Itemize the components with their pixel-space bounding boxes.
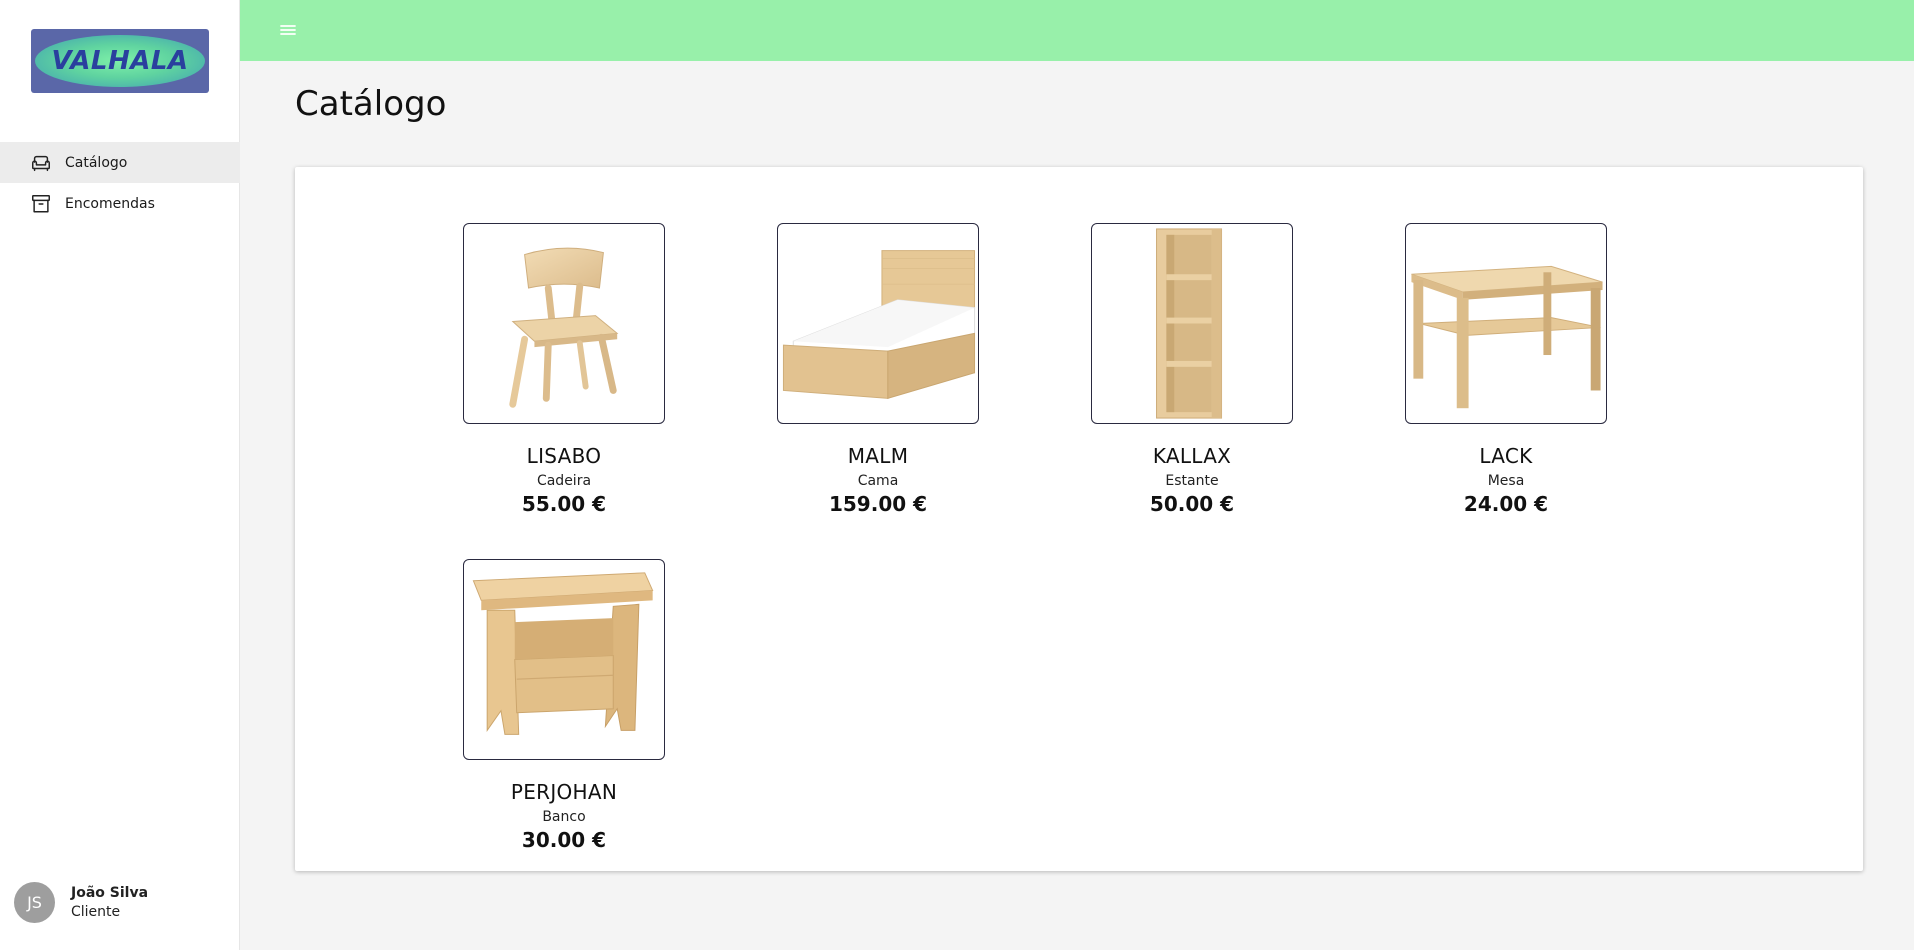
product-name: LISABO — [526, 444, 602, 468]
user-profile[interactable]: JS João Silva Cliente — [14, 882, 148, 923]
sidebar: VALHALA Catálogo Encomendas JS João Silv… — [0, 0, 240, 950]
user-name: João Silva — [71, 884, 149, 901]
product-image[interactable] — [463, 559, 665, 760]
product-price: 50.00 € — [1149, 492, 1235, 516]
product-name: LACK — [1479, 444, 1533, 468]
archive-box-icon — [32, 194, 50, 213]
product-price: 30.00 € — [521, 828, 607, 852]
product-card[interactable]: KALLAX Estante 50.00 € — [1091, 223, 1293, 516]
product-category: Mesa — [1487, 473, 1525, 489]
logo-text: VALHALA — [51, 46, 189, 76]
logo-ellipse: VALHALA — [35, 35, 205, 87]
valhala-logo[interactable]: VALHALA — [31, 29, 209, 93]
product-card[interactable]: LISABO Cadeira 55.00 € — [463, 223, 665, 516]
product-image[interactable] — [463, 223, 665, 424]
chair-image — [509, 247, 619, 408]
product-category: Cama — [857, 473, 899, 489]
product-category: Cadeira — [536, 473, 592, 489]
sidebar-nav: Catálogo Encomendas — [0, 142, 240, 224]
product-image[interactable] — [777, 223, 979, 424]
top-bar — [240, 0, 1914, 61]
product-image[interactable] — [1405, 223, 1607, 424]
shelf-image — [1156, 228, 1223, 419]
product-grid: LISABO Cadeira 55.00 € MALM Cama 159.00 … — [295, 167, 1863, 871]
product-name: MALM — [847, 444, 909, 468]
product-card[interactable]: PERJOHAN Banco 30.00 € — [463, 559, 665, 852]
page-title: Catálogo — [295, 84, 447, 124]
product-category: Estante — [1165, 473, 1219, 489]
table-image — [1411, 265, 1603, 409]
product-category: Banco — [542, 809, 586, 825]
user-role: Cliente — [71, 903, 121, 920]
product-name: PERJOHAN — [510, 780, 618, 804]
avatar: JS — [14, 882, 55, 923]
product-price: 159.00 € — [828, 492, 928, 516]
stool-image — [472, 572, 654, 735]
sidebar-item-encomendas[interactable]: Encomendas — [0, 183, 240, 224]
sidebar-item-label: Encomendas — [65, 195, 155, 212]
product-image[interactable] — [1091, 223, 1293, 424]
catalog-card: LISABO Cadeira 55.00 € MALM Cama 159.00 … — [295, 167, 1863, 871]
product-name: KALLAX — [1152, 444, 1232, 468]
product-card[interactable]: LACK Mesa 24.00 € — [1405, 223, 1607, 516]
hamburger-menu-icon[interactable] — [278, 20, 298, 40]
sidebar-item-label: Catálogo — [65, 154, 128, 171]
product-price: 24.00 € — [1463, 492, 1549, 516]
product-card[interactable]: MALM Cama 159.00 € — [777, 223, 979, 516]
user-info: João Silva Cliente — [71, 884, 148, 922]
sofa-icon — [32, 155, 50, 171]
product-price: 55.00 € — [521, 492, 607, 516]
bed-image — [782, 250, 976, 400]
sidebar-item-catalogo[interactable]: Catálogo — [0, 142, 240, 183]
